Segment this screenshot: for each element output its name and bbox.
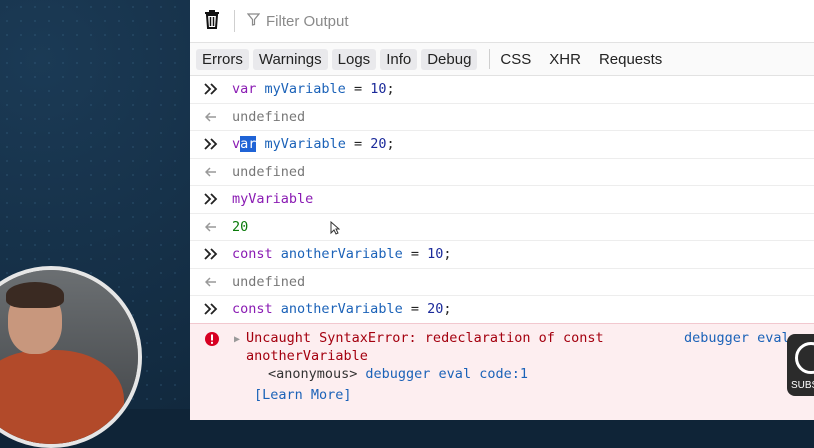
input-chevron-icon xyxy=(190,303,232,315)
filter-info-toggle[interactable]: Info xyxy=(380,48,418,70)
console-result-row: 20 xyxy=(190,214,814,241)
result-arrow-icon xyxy=(190,112,232,122)
console-result: undefined xyxy=(232,273,306,290)
error-text: Uncaught SyntaxError: redeclaration of c… xyxy=(246,329,604,346)
text-selection: ar xyxy=(240,136,257,153)
error-text-continued: anotherVariable xyxy=(246,347,368,364)
result-arrow-icon xyxy=(190,167,232,177)
console-result: undefined xyxy=(232,163,306,180)
input-chevron-icon xyxy=(190,248,232,260)
stack-frame-function: <anonymous> xyxy=(268,365,358,382)
filter-logs-toggle[interactable]: Logs xyxy=(331,48,377,70)
expand-stack-toggle[interactable]: ▶ xyxy=(234,334,240,345)
channel-logo-icon xyxy=(795,342,814,374)
trash-icon xyxy=(204,9,220,34)
console-command: var myVariable = 10; xyxy=(232,81,395,98)
console-toolbar: Filter Output xyxy=(190,0,814,43)
console-result-row: undefined xyxy=(190,104,814,131)
console-command: const anotherVariable = 20; xyxy=(232,301,452,318)
subscribe-watermark: SUBS xyxy=(787,334,814,396)
console-filter-bar: Errors Warnings Logs Info Debug CSS XHR … xyxy=(190,43,814,76)
console-result: 20 xyxy=(232,218,249,235)
filter-xhr-toggle[interactable]: XHR xyxy=(549,51,581,68)
result-arrow-icon xyxy=(190,222,232,232)
console-input-row: myVariable xyxy=(190,186,814,214)
clear-console-button[interactable] xyxy=(190,9,234,34)
error-icon xyxy=(204,331,220,351)
result-arrow-icon xyxy=(190,277,232,287)
mouse-cursor-icon xyxy=(330,220,341,239)
subscribe-text: SUBS xyxy=(791,380,814,391)
console-input-row: var myVariable = 10; xyxy=(190,76,814,104)
console-result: undefined xyxy=(232,108,306,125)
webcam-overlay xyxy=(0,266,142,448)
learn-more-link[interactable]: [Learn More] xyxy=(254,387,352,403)
filter-css-toggle[interactable]: CSS xyxy=(500,51,531,68)
input-chevron-icon xyxy=(190,83,232,95)
filter-placeholder: Filter Output xyxy=(266,12,349,30)
input-chevron-icon xyxy=(190,193,232,205)
console-command: var myVariable = 20; xyxy=(232,136,395,153)
error-message: ▶ Uncaught SyntaxError: redeclaration of… xyxy=(190,322,814,420)
toolbar-divider xyxy=(234,10,235,32)
input-chevron-icon xyxy=(190,138,232,150)
filter-debug-toggle[interactable]: Debug xyxy=(421,48,478,70)
filter-errors-toggle[interactable]: Errors xyxy=(196,48,249,70)
filter-icon xyxy=(246,12,266,30)
filter-requests-toggle[interactable]: Requests xyxy=(599,51,662,68)
console-output: var myVariable = 10; undefined var myVar… xyxy=(190,76,814,420)
stack-frame-location-link[interactable]: debugger eval code:1 xyxy=(365,366,528,382)
console-command: myVariable xyxy=(232,191,314,208)
console-input-row: const anotherVariable = 20; xyxy=(190,296,814,323)
console-command: const anotherVariable = 10; xyxy=(232,246,452,263)
console-input-row: const anotherVariable = 10; xyxy=(190,241,814,269)
console-result-row: undefined xyxy=(190,269,814,296)
filter-warnings-toggle[interactable]: Warnings xyxy=(252,48,328,70)
browser-console-panel: Filter Output Errors Warnings Logs Info … xyxy=(190,0,814,420)
filter-divider xyxy=(489,49,491,69)
filter-output-input[interactable]: Filter Output xyxy=(246,12,349,30)
console-result-row: undefined xyxy=(190,159,814,186)
console-input-row: var myVariable = 20; xyxy=(190,131,814,159)
stack-frame: <anonymous> debugger eval code:1 xyxy=(268,366,528,382)
